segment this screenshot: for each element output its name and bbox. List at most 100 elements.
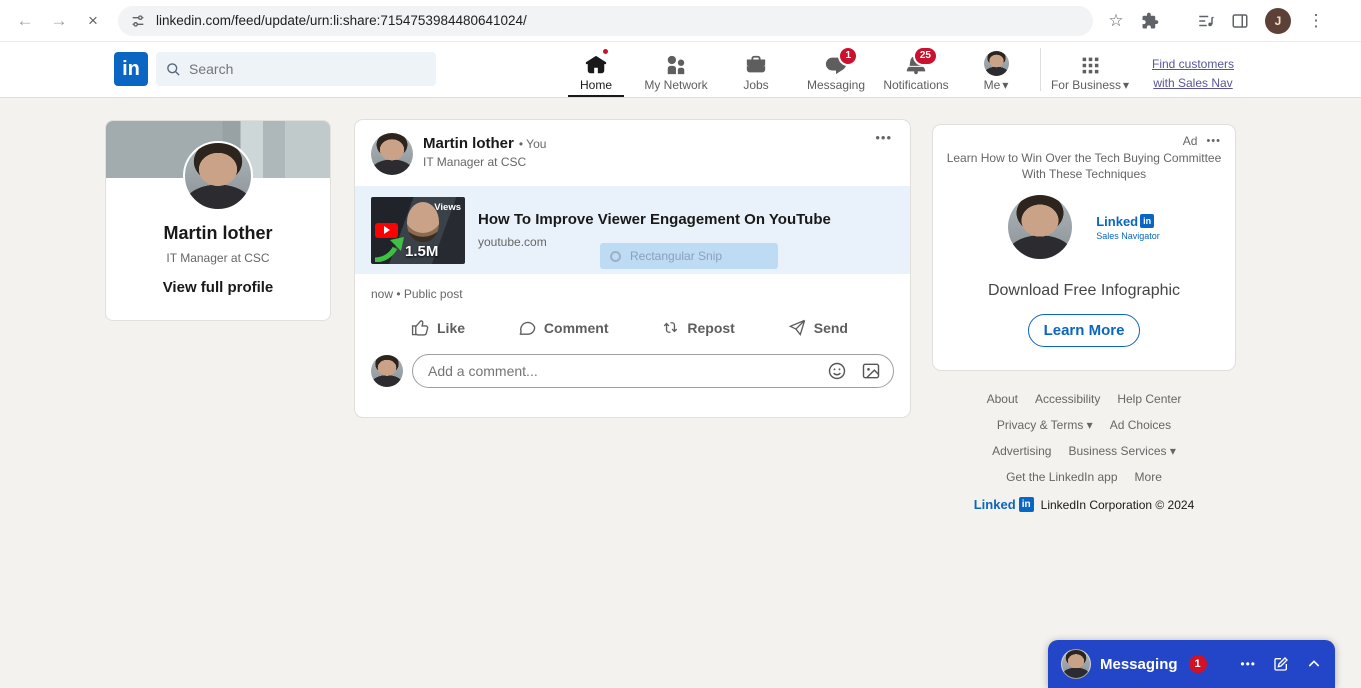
comment-button[interactable]: Comment <box>518 318 609 337</box>
compose-message-icon[interactable] <box>1273 656 1289 672</box>
for-business-label: For Business <box>1050 78 1121 92</box>
thumbnail-views-label: Views <box>434 201 461 213</box>
extensions-puzzle-icon[interactable] <box>1133 4 1167 38</box>
send-button[interactable]: Send <box>788 318 848 337</box>
bookmark-star-icon[interactable]: ☆ <box>1099 4 1133 38</box>
stop-loading-icon[interactable]: × <box>76 4 110 38</box>
messaging-title: Messaging <box>1100 655 1178 673</box>
primary-nav: Home My Network Jobs 1 Messaging 25 Noti… <box>556 42 1036 97</box>
browser-profile-avatar[interactable]: J <box>1265 7 1291 34</box>
ad-card: Ad ••• Learn How to Win Over the Tech Bu… <box>933 125 1235 370</box>
messaging-unread-badge: 1 <box>1188 655 1207 673</box>
send-icon <box>788 318 807 337</box>
rectangular-snip-tooltip: Rectangular Snip <box>600 243 778 269</box>
linkedin-square-logo: in <box>1140 214 1155 229</box>
emoji-icon[interactable] <box>827 361 847 381</box>
photo-attach-icon[interactable] <box>861 361 881 381</box>
learn-more-button[interactable]: Learn More <box>1028 314 1140 348</box>
nav-messaging[interactable]: 1 Messaging <box>796 42 876 97</box>
linkedin-header: in Home <box>0 42 1361 97</box>
footer-link-help-center[interactable]: Help Center <box>1117 392 1181 406</box>
footer: About Accessibility Help Center Privacy … <box>933 392 1235 512</box>
profile-name[interactable]: Martin lother <box>106 223 330 244</box>
footer-link-advertising[interactable]: Advertising <box>992 444 1051 458</box>
home-badge <box>601 47 610 56</box>
link-thumbnail[interactable]: Views 1.5M <box>371 196 465 264</box>
sales-nav-link[interactable]: Find customers with Sales Nav <box>1143 55 1243 92</box>
footer-link-business-services[interactable]: Business Services ▾ <box>1068 444 1175 458</box>
chevron-down-icon: ▾ <box>1123 78 1130 92</box>
footer-link-about[interactable]: About <box>987 392 1018 406</box>
nav-jobs[interactable]: Jobs <box>716 42 796 97</box>
post-author-name[interactable]: Martin lother <box>423 135 514 152</box>
footer-link-accessibility[interactable]: Accessibility <box>1035 392 1100 406</box>
messaging-badge: 1 <box>838 46 858 66</box>
nav-jobs-label: Jobs <box>743 78 769 92</box>
ad-cta-text: Download Free Infographic <box>987 282 1181 300</box>
side-panel-icon[interactable] <box>1223 4 1257 38</box>
sales-navigator-logo: Linked in Sales Navigator <box>1096 214 1160 241</box>
chevron-down-icon: ▾ <box>1002 78 1009 92</box>
snip-circle-icon <box>610 250 621 262</box>
comment-input[interactable] <box>428 363 813 379</box>
repost-button[interactable]: Repost <box>661 318 735 337</box>
post-timestamp: now • Public post <box>371 287 463 301</box>
profile-avatar[interactable] <box>183 141 253 211</box>
browser-menu-icon[interactable]: ⋮ <box>1299 4 1333 38</box>
nav-for-business[interactable]: For Business ▾ <box>1050 42 1130 97</box>
footer-link-privacy-terms[interactable]: Privacy & Terms ▾ <box>997 418 1093 432</box>
post-header: Martin lother • You IT Manager at CSC ••… <box>355 120 910 186</box>
ad-text: Learn How to Win Over the Tech Buying Co… <box>946 151 1222 182</box>
thumbnail-growth-arrow-icon <box>373 236 407 262</box>
site-settings-icon[interactable] <box>130 13 146 29</box>
profile-card: Martin lother IT Manager at CSC View ful… <box>105 120 331 321</box>
repost-icon <box>661 318 680 337</box>
linkedin-logo[interactable]: in <box>114 52 148 86</box>
footer-link-more[interactable]: More <box>1135 470 1162 484</box>
search-box[interactable] <box>156 52 436 86</box>
footer-link-get-app[interactable]: Get the LinkedIn app <box>1006 470 1117 484</box>
post-action-bar: Like Comment Repost Send <box>355 301 910 337</box>
chevron-up-icon[interactable] <box>1306 656 1322 672</box>
footer-link-ad-choices[interactable]: Ad Choices <box>1110 418 1171 432</box>
media-controls-icon[interactable] <box>1189 4 1223 38</box>
messaging-dock[interactable]: Messaging 1 ••• <box>1048 640 1335 688</box>
header-divider <box>1040 48 1041 91</box>
post-author-avatar[interactable] <box>371 133 413 175</box>
comment-label: Comment <box>543 319 609 336</box>
snip-tooltip-label: Rectangular Snip <box>630 249 723 263</box>
footer-linkedin-wordmark: Linked <box>973 497 1016 512</box>
notifications-badge: 25 <box>912 46 938 66</box>
search-icon <box>166 62 181 77</box>
ad-profile-photo <box>1008 195 1073 260</box>
comment-composer <box>355 337 910 388</box>
messaging-options-icon[interactable]: ••• <box>1240 657 1256 671</box>
nav-messaging-label: Messaging <box>806 78 866 92</box>
nav-home[interactable]: Home <box>556 42 636 97</box>
grid-icon <box>1080 55 1101 76</box>
comment-icon <box>518 318 537 337</box>
nav-my-network[interactable]: My Network <box>636 42 716 97</box>
ad-label: Ad <box>1182 134 1198 148</box>
back-icon[interactable]: ← <box>8 4 42 38</box>
search-input[interactable] <box>189 61 426 77</box>
post-options-icon[interactable]: ••• <box>875 130 892 145</box>
comment-input-pill[interactable] <box>412 354 894 388</box>
nav-me-label: Me <box>983 78 1001 92</box>
post-author-you-badge: • You <box>518 137 547 151</box>
nav-notifications[interactable]: 25 Notifications <box>876 42 956 97</box>
like-button[interactable]: Like <box>411 318 465 337</box>
send-label: Send <box>813 319 848 336</box>
like-label: Like <box>437 319 466 336</box>
profile-headline: IT Manager at CSC <box>166 251 270 265</box>
link-title[interactable]: How To Improve Viewer Engagement On YouT… <box>478 211 831 228</box>
jobs-icon <box>745 54 767 76</box>
nav-me[interactable]: Me ▾ <box>956 42 1036 97</box>
forward-icon[interactable]: → <box>42 4 76 38</box>
url-input[interactable] <box>156 13 1081 28</box>
nav-my-network-label: My Network <box>644 78 708 92</box>
view-full-profile-link[interactable]: View full profile <box>106 279 330 296</box>
url-bar[interactable] <box>118 5 1093 36</box>
thumbnail-views-value: 1.5M <box>405 242 439 260</box>
ad-options-icon[interactable]: ••• <box>1206 135 1221 147</box>
